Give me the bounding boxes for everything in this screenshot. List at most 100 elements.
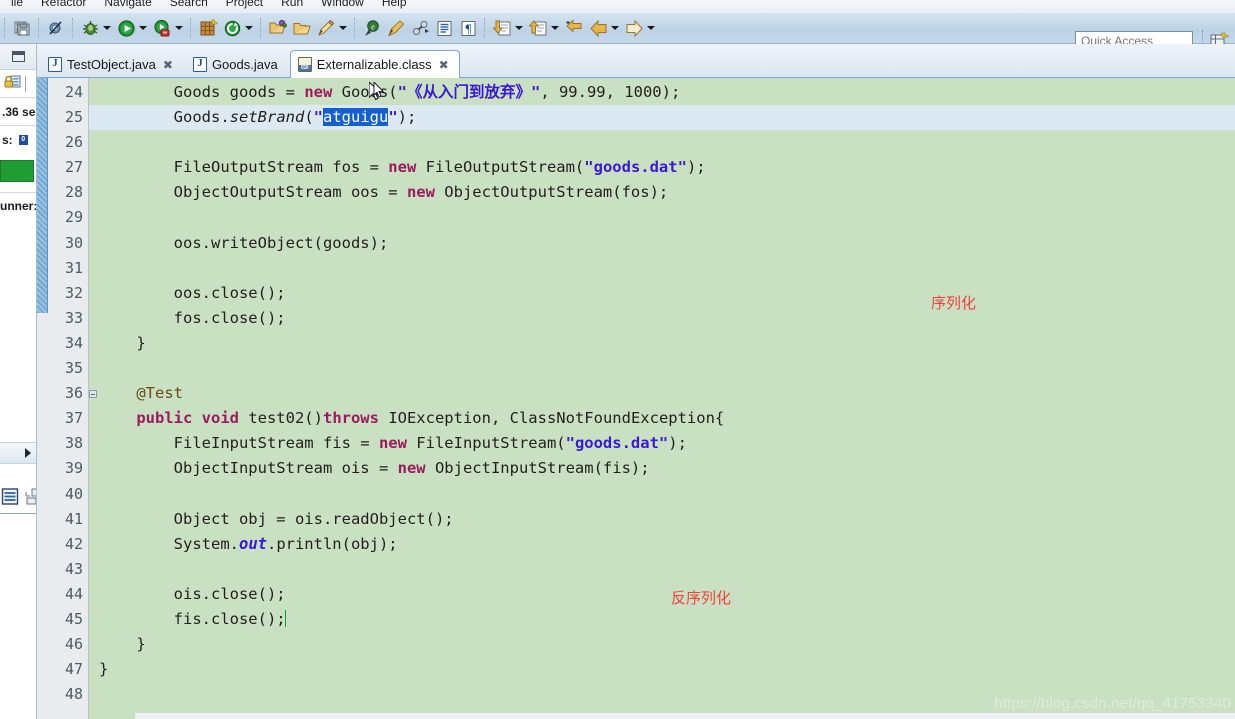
line-number: 38 [64,434,83,453]
code-token: ois.close(); [99,584,286,603]
code-line[interactable]: ois.close(); [89,582,1235,607]
view-menu-icon[interactable] [1,487,20,511]
debug-icon[interactable] [79,17,101,39]
menu-item-run[interactable]: Run [272,0,312,9]
run-icon[interactable] [115,17,137,39]
code-line[interactable]: fis.close(); [89,607,1235,632]
code-line[interactable]: oos.close(); [89,281,1235,306]
code-line[interactable]: ObjectInputStream ois = new ObjectInputS… [89,456,1235,481]
code-line[interactable]: Object obj = ois.readObject(); [89,507,1235,532]
open-type-icon[interactable] [267,17,289,39]
line-number: 41 [64,509,83,528]
debug-dropdown-icon[interactable] [102,17,112,39]
link-with-editor-icon[interactable] [409,17,431,39]
code-token: Goods. [99,108,230,127]
code-token: } [99,660,109,679]
code-token: FileOutputStream( [416,158,585,177]
save-all-icon[interactable] [11,17,33,39]
code-text-area[interactable]: 序列化 反序列化 https://blog.csdn.net/qq_417533… [89,78,1235,719]
search-icon[interactable]: e [361,17,383,39]
code-line[interactable] [89,356,1235,381]
open-task-icon[interactable] [291,17,313,39]
java-file-icon [48,57,62,72]
code-line[interactable]: fos.close(); [89,306,1235,331]
code-token: FileInputStream( [406,434,566,453]
code-token: new [378,434,407,453]
code-line[interactable]: oos.writeObject(goods); [89,231,1235,256]
forward-icon[interactable] [623,17,645,39]
line-number: 45 [64,609,83,628]
show-whitespace-icon[interactable] [433,17,455,39]
external-tools-icon[interactable] [221,17,243,39]
back-dropdown-icon[interactable] [610,17,620,39]
editor-tab-externalizable-class[interactable]: Externalizable.class ✖ [289,50,460,78]
code-line[interactable]: } [89,331,1235,356]
menu-item-help[interactable]: Help [373,0,416,9]
code-line[interactable]: public void test02()throws IOException, … [89,406,1235,431]
changed-lines-marker [37,78,48,313]
code-line[interactable]: ObjectOutputStream oos = new ObjectOutpu… [89,180,1235,205]
close-icon[interactable]: ✖ [163,58,173,72]
menu-item-project[interactable]: Project [217,0,272,9]
junit-runner-label: unner: [0,192,36,218]
skip-breakpoints-icon[interactable] [45,17,67,39]
last-edit-location-icon[interactable] [563,17,585,39]
previous-annotation-dropdown-icon[interactable] [550,17,560,39]
junit-view-scroll-right[interactable] [0,442,36,464]
code-token: new [304,83,333,101]
minimize-view-icon[interactable] [11,51,25,62]
toolbar-separator [72,18,74,38]
code-token: ObjectOutputStream oos = [99,183,407,202]
code-line[interactable]: System.out.println(obj); [89,532,1235,557]
pencil-dropdown-icon[interactable] [338,17,348,39]
code-line[interactable]: Goods goods = new Goods("《从入门到放弃》", 99.9… [89,80,1235,105]
code-line[interactable] [89,557,1235,582]
pilcrow-icon[interactable]: ¶ [457,17,479,39]
code-line[interactable] [89,482,1235,507]
menu-item-window[interactable]: Window [312,0,373,9]
line-number: 40 [64,484,83,503]
code-line[interactable]: FileInputStream fis = new FileInputStrea… [89,431,1235,456]
menu-item-search[interactable]: Search [161,0,217,9]
quick-fix-icon[interactable] [385,17,407,39]
external-tools-dropdown-icon[interactable] [244,17,254,39]
next-annotation-icon[interactable] [491,17,513,39]
lock-icon[interactable] [4,73,21,95]
code-token: , 99.99, 1000); [540,83,681,101]
line-number: 25 [64,108,83,127]
editor-tab-label: Externalizable.class [316,57,432,72]
code-line[interactable] [89,130,1235,155]
code-line[interactable]: } [89,632,1235,657]
run-coverage-icon[interactable] [151,17,173,39]
run-coverage-dropdown-icon[interactable] [174,17,184,39]
code-line[interactable]: Goods.setBrand("atguigu"); [89,105,1235,131]
menu-item-navigate[interactable]: Navigate [95,0,160,9]
code-line[interactable]: FileOutputStream fos = new FileOutputStr… [89,155,1235,180]
run-dropdown-icon[interactable] [138,17,148,39]
text-ibeam-cursor-icon [373,80,385,105]
code-line[interactable]: } [89,657,1235,682]
junit-errors-badge: 0 [18,135,28,145]
code-line[interactable]: @Test [89,381,1235,406]
new-java-package-icon[interactable] [197,17,219,39]
menu-item-ile[interactable]: ile [2,0,32,9]
forward-dropdown-icon[interactable] [646,17,656,39]
horizontal-scrollbar[interactable] [135,712,1235,719]
previous-annotation-icon[interactable] [527,17,549,39]
code-line[interactable] [89,256,1235,281]
line-number: 29 [64,208,83,227]
close-icon[interactable]: ✖ [439,58,449,72]
restore-layout-icon[interactable] [23,487,36,511]
next-annotation-dropdown-icon[interactable] [514,17,524,39]
line-number: 43 [64,559,83,578]
back-icon[interactable] [587,17,609,39]
editor-tab-testobject-java[interactable]: TestObject.java ✖ [40,50,184,78]
menu-item-refactor[interactable]: Refactor [32,0,95,9]
editor-tab-goods-java[interactable]: Goods.java [185,50,289,78]
pencil-icon[interactable] [315,17,337,39]
code-token: test02() [238,409,323,428]
editor-marker-bar[interactable] [37,78,48,719]
line-number: 35 [64,359,83,378]
code-line[interactable] [89,205,1235,230]
code-editor[interactable]: 24 25 26 27 28 29 30 31 32 33 34 35 36 37 38 39 40 41 42 43… [37,78,1235,719]
